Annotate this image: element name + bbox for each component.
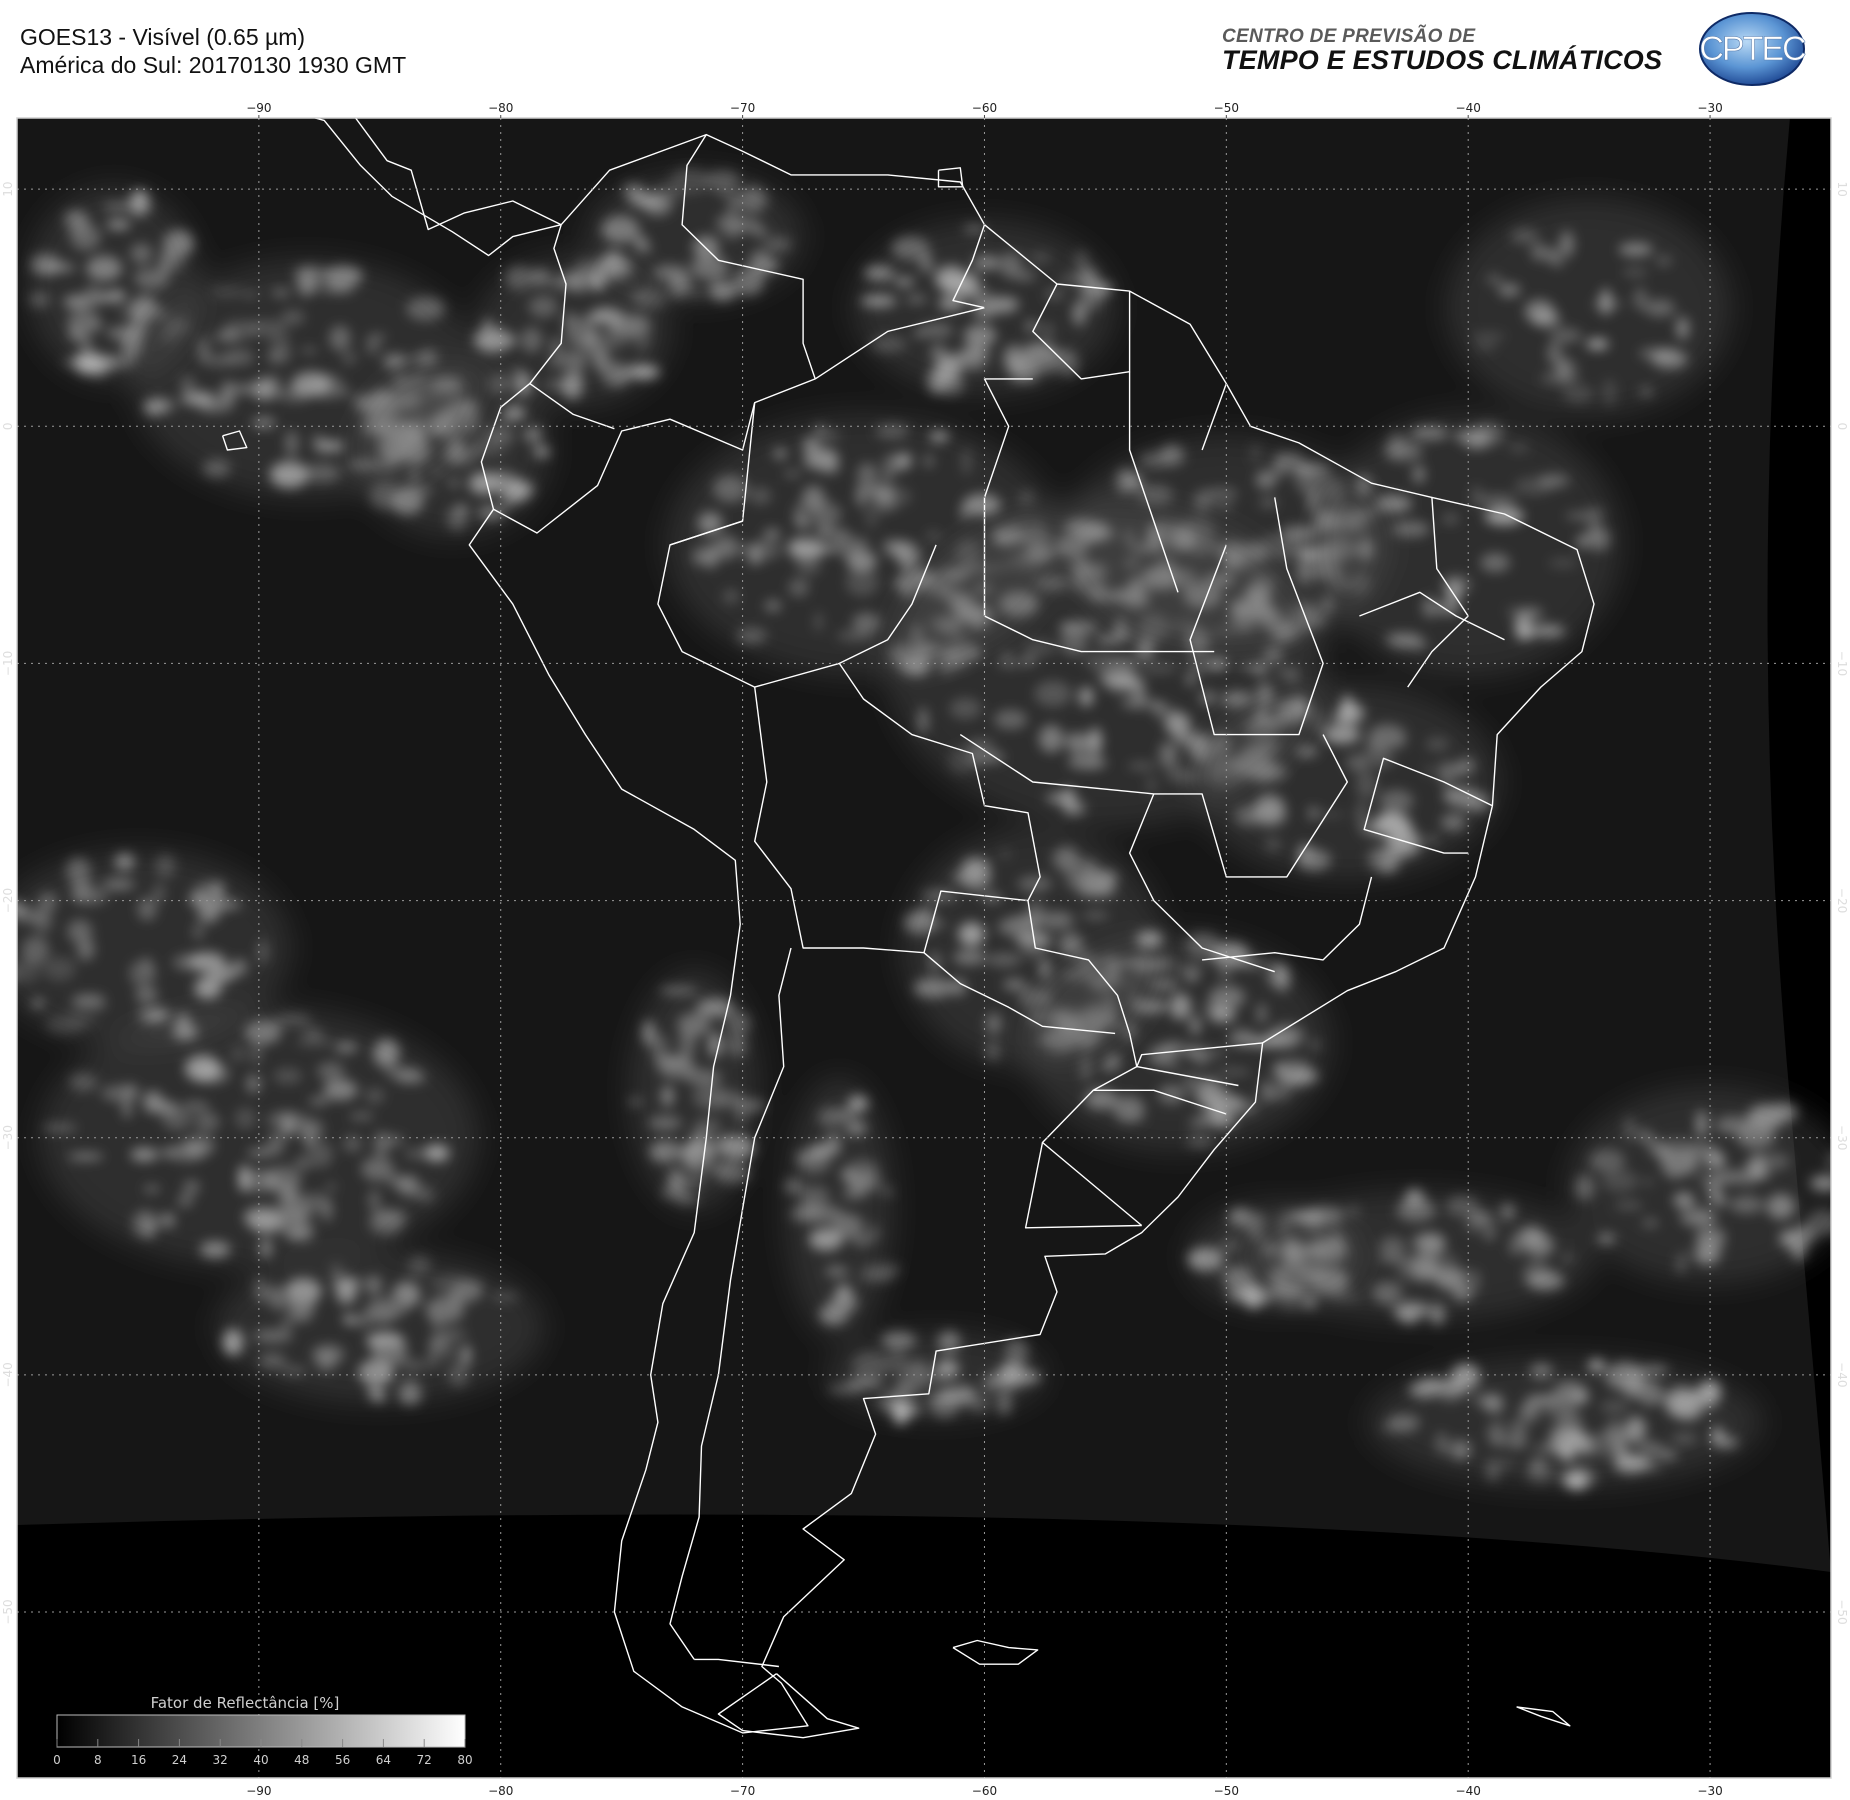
lat-tick-left: −30 (1, 1125, 15, 1150)
coastline-segment (694, 1658, 779, 1668)
cloud-haze (214, 1250, 545, 1405)
colorbar-tick-label: 64 (376, 1753, 391, 1767)
cloud-haze (1366, 1356, 1763, 1489)
colorbar-tick-label: 8 (94, 1753, 102, 1767)
colorbar-tick-label: 0 (53, 1753, 61, 1767)
lon-tick-top: −90 (246, 101, 271, 115)
lat-tick-right: 0 (1835, 422, 1849, 430)
lat-tick-left: −40 (1, 1362, 15, 1387)
colorbar-tick-label: 40 (253, 1753, 268, 1767)
colorbar: Fator de Reflectância [%] 0 8 16 24 32 40 48 56… (53, 1694, 472, 1767)
lon-tick-top: −50 (1214, 101, 1239, 115)
coastline-segment (952, 1639, 1039, 1665)
lon-tick-bottom: −90 (246, 1784, 271, 1798)
satellite-map: −90 −90 −80 −80 −70 −70 −60 −60 −50 −50 −40 −40 −30 −… (1, 101, 1849, 1798)
lat-tick-right: −30 (1835, 1125, 1849, 1150)
colorbar-tick-label: 80 (457, 1753, 472, 1767)
lon-tick-top: −40 (1456, 101, 1481, 115)
cloud-haze (1446, 197, 1733, 418)
colorbar-tick-label: 72 (417, 1753, 432, 1767)
cloud-haze (38, 1005, 479, 1270)
lon-tick-bottom: −50 (1214, 1784, 1239, 1798)
lon-tick-top: −70 (730, 101, 755, 115)
lat-tick-left: −10 (1, 651, 15, 676)
lat-tick-left: −50 (1, 1599, 15, 1624)
coastline-segment (1516, 1706, 1571, 1727)
colorbar-tick-label: 24 (172, 1753, 187, 1767)
colorbar-tick-label: 16 (131, 1753, 146, 1767)
lat-tick-left: 0 (1, 422, 15, 430)
colorbar-title: Fator de Reflectância [%] (151, 1694, 340, 1712)
cloud-haze (25, 185, 202, 383)
lat-tick-right: −50 (1835, 1599, 1849, 1624)
lon-tick-top: −30 (1697, 101, 1722, 115)
lon-tick-bottom: −40 (1456, 1784, 1481, 1798)
colorbar-tick-label: 56 (335, 1753, 350, 1767)
cloud-haze (628, 969, 761, 1212)
colorbar-tick-label: 48 (294, 1753, 309, 1767)
lat-tick-right: −20 (1835, 888, 1849, 913)
lat-tick-right: −10 (1835, 651, 1849, 676)
lon-tick-bottom: −70 (730, 1784, 755, 1798)
lon-tick-bottom: −80 (488, 1784, 513, 1798)
lat-tick-left: −20 (1, 888, 15, 913)
colorbar-tick-label: 32 (213, 1753, 228, 1767)
lat-tick-right: 10 (1835, 182, 1849, 197)
cloud-haze (1567, 1086, 1831, 1285)
cloud-haze (784, 1076, 895, 1341)
lon-tick-bottom: −30 (1697, 1784, 1722, 1798)
cloud-haze (1186, 1201, 1363, 1312)
lon-tick-top: −60 (972, 101, 997, 115)
cloud-haze (1023, 932, 1332, 1153)
lon-tick-top: −80 (488, 101, 513, 115)
lat-tick-right: −40 (1835, 1362, 1849, 1387)
lon-tick-bottom: −60 (972, 1784, 997, 1798)
cloud-haze (826, 1330, 1047, 1419)
lat-tick-left: 10 (1, 182, 15, 197)
